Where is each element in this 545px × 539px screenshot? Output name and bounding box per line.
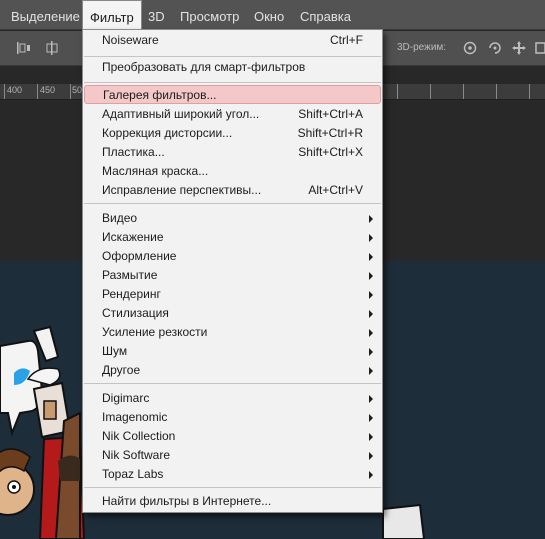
menu-item-noise[interactable]: Шум <box>84 342 381 361</box>
menu-item-nik-collection[interactable]: Nik Collection <box>84 427 381 446</box>
menu-item-label: Topaz Labs <box>102 467 164 481</box>
submenu-arrow-icon <box>369 215 373 223</box>
menu-item-label: Коррекция дисторсии... <box>102 126 233 140</box>
menu-item-sharpen[interactable]: Усиление резкости <box>84 323 381 342</box>
ruler-tick <box>463 84 464 99</box>
menu-item-shortcut: Shift+Ctrl+R <box>297 126 363 140</box>
rotate-3d-icon[interactable] <box>462 40 478 56</box>
menu-item-label: Noiseware <box>102 33 159 47</box>
submenu-arrow-icon <box>369 272 373 280</box>
menu-item-filter-gallery[interactable]: Галерея фильтров... <box>84 85 381 104</box>
align-left-icon[interactable] <box>16 40 32 56</box>
submenu-arrow-icon <box>369 310 373 318</box>
menu-item-shortcut: Shift+Ctrl+A <box>298 107 363 121</box>
menu-window[interactable]: Окно <box>247 0 291 30</box>
menu-separator <box>84 82 381 83</box>
ruler-label: 50 <box>72 85 83 95</box>
menu-help[interactable]: Справка <box>293 0 358 30</box>
menu-item-label: Digimarc <box>102 391 150 405</box>
submenu-arrow-icon <box>369 452 373 460</box>
menu-item-blur[interactable]: Размытие <box>84 266 381 285</box>
ruler-tick <box>397 84 398 99</box>
menu-item-liquify[interactable]: Пластика... Shift+Ctrl+X <box>84 143 381 162</box>
menu-filter[interactable]: Фильтр <box>82 0 142 30</box>
ruler-tick <box>529 84 530 99</box>
submenu-arrow-icon <box>369 395 373 403</box>
menu-item-adaptive-wide-angle[interactable]: Адаптивный широкий угол... Shift+Ctrl+A <box>84 105 381 124</box>
menu-item-imagenomic[interactable]: Imagenomic <box>84 408 381 427</box>
roll-3d-icon[interactable] <box>487 40 503 56</box>
menu-item-other[interactable]: Другое <box>84 361 381 380</box>
menu-item-label: Оформление <box>102 249 177 263</box>
menu-item-label: Исправление перспективы... <box>102 183 262 197</box>
submenu-arrow-icon <box>369 348 373 356</box>
ruler-tick <box>430 84 431 99</box>
menu-separator <box>84 487 381 488</box>
3d-mode-label: 3D-режим: <box>397 42 447 53</box>
ruler-tick <box>70 84 71 99</box>
menu-item-shortcut: Ctrl+F <box>330 33 363 47</box>
menu-item-label: Видео <box>102 211 138 225</box>
slide-3d-icon[interactable] <box>535 40 545 56</box>
menu-item-browse-filters-online[interactable]: Найти фильтры в Интернете... <box>84 492 381 511</box>
menu-item-label: Найти фильтры в Интернете... <box>102 494 272 508</box>
menu-item-label: Преобразовать для смарт-фильтров <box>102 60 306 74</box>
menu-item-lens-correction[interactable]: Коррекция дисторсии... Shift+Ctrl+R <box>84 124 381 143</box>
menu-item-noiseware[interactable]: Noiseware Ctrl+F <box>84 31 381 50</box>
menu-item-nik-software[interactable]: Nik Software <box>84 446 381 465</box>
menu-3d[interactable]: 3D <box>141 0 172 30</box>
menu-item-label: Рендеринг <box>102 287 161 301</box>
submenu-arrow-icon <box>369 471 373 479</box>
menu-item-label: Nik Collection <box>102 429 176 443</box>
menu-item-distort[interactable]: Искажение <box>84 228 381 247</box>
menu-separator <box>84 383 381 384</box>
menu-separator <box>84 56 381 57</box>
menu-item-label: Другое <box>102 363 141 377</box>
menu-item-video[interactable]: Видео <box>84 209 381 228</box>
menu-item-shortcut: Alt+Ctrl+V <box>308 183 363 197</box>
align-center-icon[interactable] <box>44 40 60 56</box>
menu-item-label: Imagenomic <box>102 410 168 424</box>
menu-item-label: Nik Software <box>102 448 171 462</box>
menu-item-label: Искажение <box>102 230 164 244</box>
submenu-arrow-icon <box>369 253 373 261</box>
menu-item-label: Масляная краска... <box>102 164 209 178</box>
submenu-arrow-icon <box>369 291 373 299</box>
menu-item-vanishing-point[interactable]: Исправление перспективы... Alt+Ctrl+V <box>84 181 381 200</box>
menu-bar: Выделение Фильтр 3D Просмотр Окно Справк… <box>0 0 545 30</box>
submenu-arrow-icon <box>369 329 373 337</box>
submenu-arrow-icon <box>369 414 373 422</box>
ruler-label: 400 <box>7 85 23 95</box>
submenu-arrow-icon <box>369 367 373 375</box>
ruler-tick <box>496 84 497 99</box>
menu-item-stylize[interactable]: Стилизация <box>84 304 381 323</box>
menu-select[interactable]: Выделение <box>4 0 87 30</box>
menu-item-pixelate[interactable]: Оформление <box>84 247 381 266</box>
filter-menu-dropdown: Noiseware Ctrl+F Преобразовать для смарт… <box>82 29 383 513</box>
menu-item-label: Галерея фильтров... <box>103 88 217 102</box>
menu-item-digimarc[interactable]: Digimarc <box>84 389 381 408</box>
ruler-tick <box>37 84 38 99</box>
menu-item-render[interactable]: Рендеринг <box>84 285 381 304</box>
menu-item-label: Шум <box>102 344 128 358</box>
menu-separator <box>84 203 381 204</box>
submenu-arrow-icon <box>369 234 373 242</box>
menu-item-label: Размытие <box>102 268 158 282</box>
ruler-tick <box>4 84 5 99</box>
menu-item-topaz-labs[interactable]: Topaz Labs <box>84 465 381 484</box>
menu-item-label: Адаптивный широкий угол... <box>102 107 260 121</box>
ruler-label: 450 <box>40 85 56 95</box>
menu-item-oil-paint[interactable]: Масляная краска... <box>84 162 381 181</box>
pan-3d-icon[interactable] <box>511 40 527 56</box>
menu-item-shortcut: Shift+Ctrl+X <box>298 145 363 159</box>
submenu-arrow-icon <box>369 433 373 441</box>
menu-item-label: Пластика... <box>102 145 165 159</box>
menu-view[interactable]: Просмотр <box>173 0 246 30</box>
menu-item-label: Усиление резкости <box>102 325 208 339</box>
menu-item-label: Стилизация <box>102 306 169 320</box>
menu-item-convert-smart-filters[interactable]: Преобразовать для смарт-фильтров <box>84 58 381 77</box>
